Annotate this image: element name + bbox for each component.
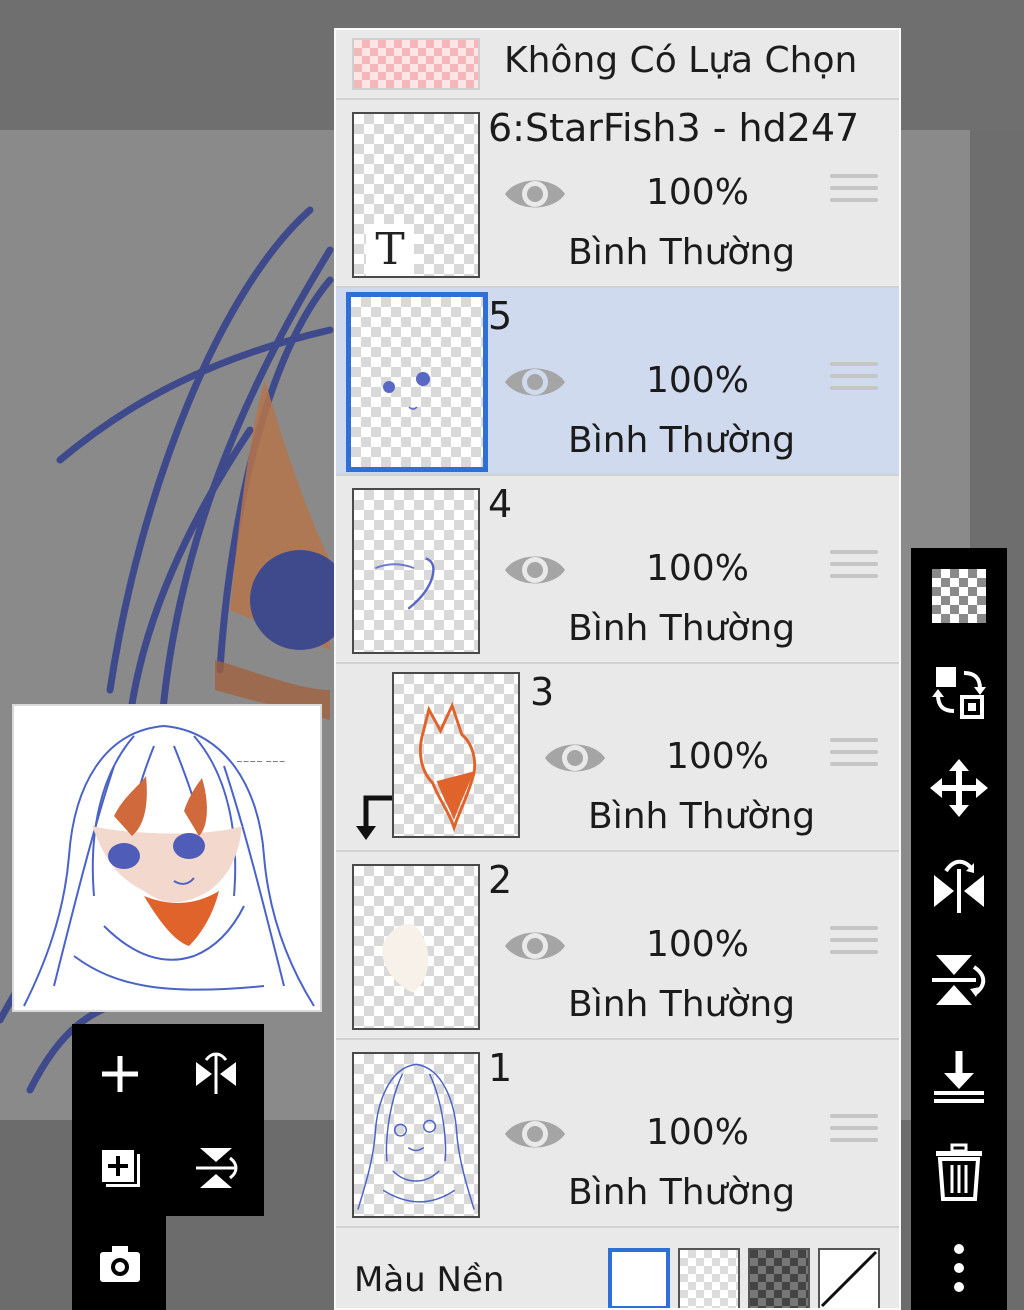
flip-horizontal-icon[interactable] bbox=[919, 844, 999, 924]
drag-handle-icon[interactable] bbox=[830, 174, 878, 214]
more-icon[interactable] bbox=[919, 1228, 999, 1308]
right-toolbar bbox=[911, 548, 1007, 1310]
drag-handle-icon[interactable] bbox=[830, 362, 878, 402]
eye-icon[interactable] bbox=[502, 922, 568, 970]
left-toolbar-bottom bbox=[72, 1216, 166, 1310]
layer-opacity[interactable]: 100% bbox=[666, 736, 769, 777]
flip-vertical-icon[interactable] bbox=[919, 940, 999, 1020]
add-special-layer-icon[interactable] bbox=[80, 1128, 160, 1208]
selection-thumbnail bbox=[352, 38, 480, 90]
eye-icon[interactable] bbox=[502, 358, 568, 406]
eye-icon[interactable] bbox=[502, 546, 568, 594]
drag-handle-icon[interactable] bbox=[830, 550, 878, 590]
transparency-icon[interactable] bbox=[919, 556, 999, 636]
layer-name: 6:StarFish3 - hd247 bbox=[488, 106, 860, 150]
flip-horizontal-icon[interactable] bbox=[176, 1034, 256, 1114]
layer-opacity[interactable]: 100% bbox=[646, 1112, 749, 1153]
swap-layer-icon[interactable] bbox=[919, 652, 999, 732]
layer-thumbnail[interactable] bbox=[352, 488, 480, 654]
layer-blend-mode[interactable]: Bình Thường bbox=[568, 1172, 795, 1213]
layer-row-4[interactable]: 4 100% Bình Thường bbox=[336, 476, 899, 664]
layer-blend-mode[interactable]: Bình Thường bbox=[568, 608, 795, 649]
layer-name: 1 bbox=[488, 1046, 513, 1090]
svg-text:~~~~ ~~~: ~~~~ ~~~ bbox=[236, 757, 285, 766]
layer-blend-mode[interactable]: Bình Thường bbox=[568, 984, 795, 1025]
merge-down-icon[interactable] bbox=[919, 1036, 999, 1116]
layer-thumbnail[interactable] bbox=[392, 672, 520, 838]
camera-icon[interactable] bbox=[80, 1224, 160, 1304]
add-layer-icon[interactable] bbox=[80, 1034, 160, 1114]
trash-icon[interactable] bbox=[919, 1132, 999, 1212]
layer-name: 4 bbox=[488, 482, 513, 526]
layer-row-1[interactable]: 1 100% Bình Thường bbox=[336, 1040, 899, 1228]
layer-name: 3 bbox=[530, 670, 555, 714]
selection-label: Không Có Lựa Chọn bbox=[504, 40, 858, 81]
layer-opacity[interactable]: 100% bbox=[646, 924, 749, 965]
clipping-arrow-icon bbox=[356, 795, 392, 840]
layer-row-2[interactable]: 2 100% Bình Thường bbox=[336, 852, 899, 1040]
background-color-label: Màu Nền bbox=[354, 1260, 505, 1300]
layer-thumbnail[interactable] bbox=[352, 1052, 480, 1218]
layer-row-6[interactable]: T 6:StarFish3 - hd247 100% Bình Thường bbox=[336, 100, 899, 288]
move-icon[interactable] bbox=[919, 748, 999, 828]
left-toolbar bbox=[72, 1024, 264, 1216]
drag-handle-icon[interactable] bbox=[830, 926, 878, 966]
eye-icon[interactable] bbox=[502, 1110, 568, 1158]
layer-blend-mode[interactable]: Bình Thường bbox=[568, 420, 795, 461]
layer-row-5[interactable]: 5 100% Bình Thường bbox=[336, 288, 899, 476]
layer-blend-mode[interactable]: Bình Thường bbox=[568, 232, 795, 273]
drag-handle-icon[interactable] bbox=[830, 1114, 878, 1154]
background-white-swatch[interactable] bbox=[608, 1248, 670, 1308]
drag-handle-icon[interactable] bbox=[830, 738, 878, 778]
layer-blend-mode[interactable]: Bình Thường bbox=[588, 796, 815, 837]
layer-opacity[interactable]: 100% bbox=[646, 548, 749, 589]
eye-icon[interactable] bbox=[542, 734, 608, 782]
background-checker-swatch[interactable] bbox=[678, 1248, 740, 1308]
layer-thumbnail[interactable] bbox=[352, 864, 480, 1030]
layer-thumbnail[interactable] bbox=[346, 292, 488, 472]
layer-opacity[interactable]: 100% bbox=[646, 360, 749, 401]
layer-panel: Không Có Lựa Chọn T 6:StarFish3 - hd247 … bbox=[334, 28, 901, 1310]
flip-vertical-icon[interactable] bbox=[176, 1128, 256, 1208]
layer-row-3[interactable]: 3 100% Bình Thường bbox=[336, 664, 899, 852]
background-none-swatch[interactable] bbox=[818, 1248, 880, 1308]
selection-row[interactable]: Không Có Lựa Chọn bbox=[336, 30, 899, 100]
layer-thumbnail[interactable]: T bbox=[352, 112, 480, 278]
text-layer-icon: T bbox=[366, 224, 414, 276]
layer-name: 5 bbox=[488, 294, 513, 338]
canvas-preview[interactable]: ~~~~ ~~~ bbox=[12, 704, 322, 1012]
layer-name: 2 bbox=[488, 858, 513, 902]
layer-opacity[interactable]: 100% bbox=[646, 172, 749, 213]
background-dark-checker-swatch[interactable] bbox=[748, 1248, 810, 1308]
background-color-row: Màu Nền bbox=[336, 1232, 899, 1308]
eye-icon[interactable] bbox=[502, 170, 568, 218]
